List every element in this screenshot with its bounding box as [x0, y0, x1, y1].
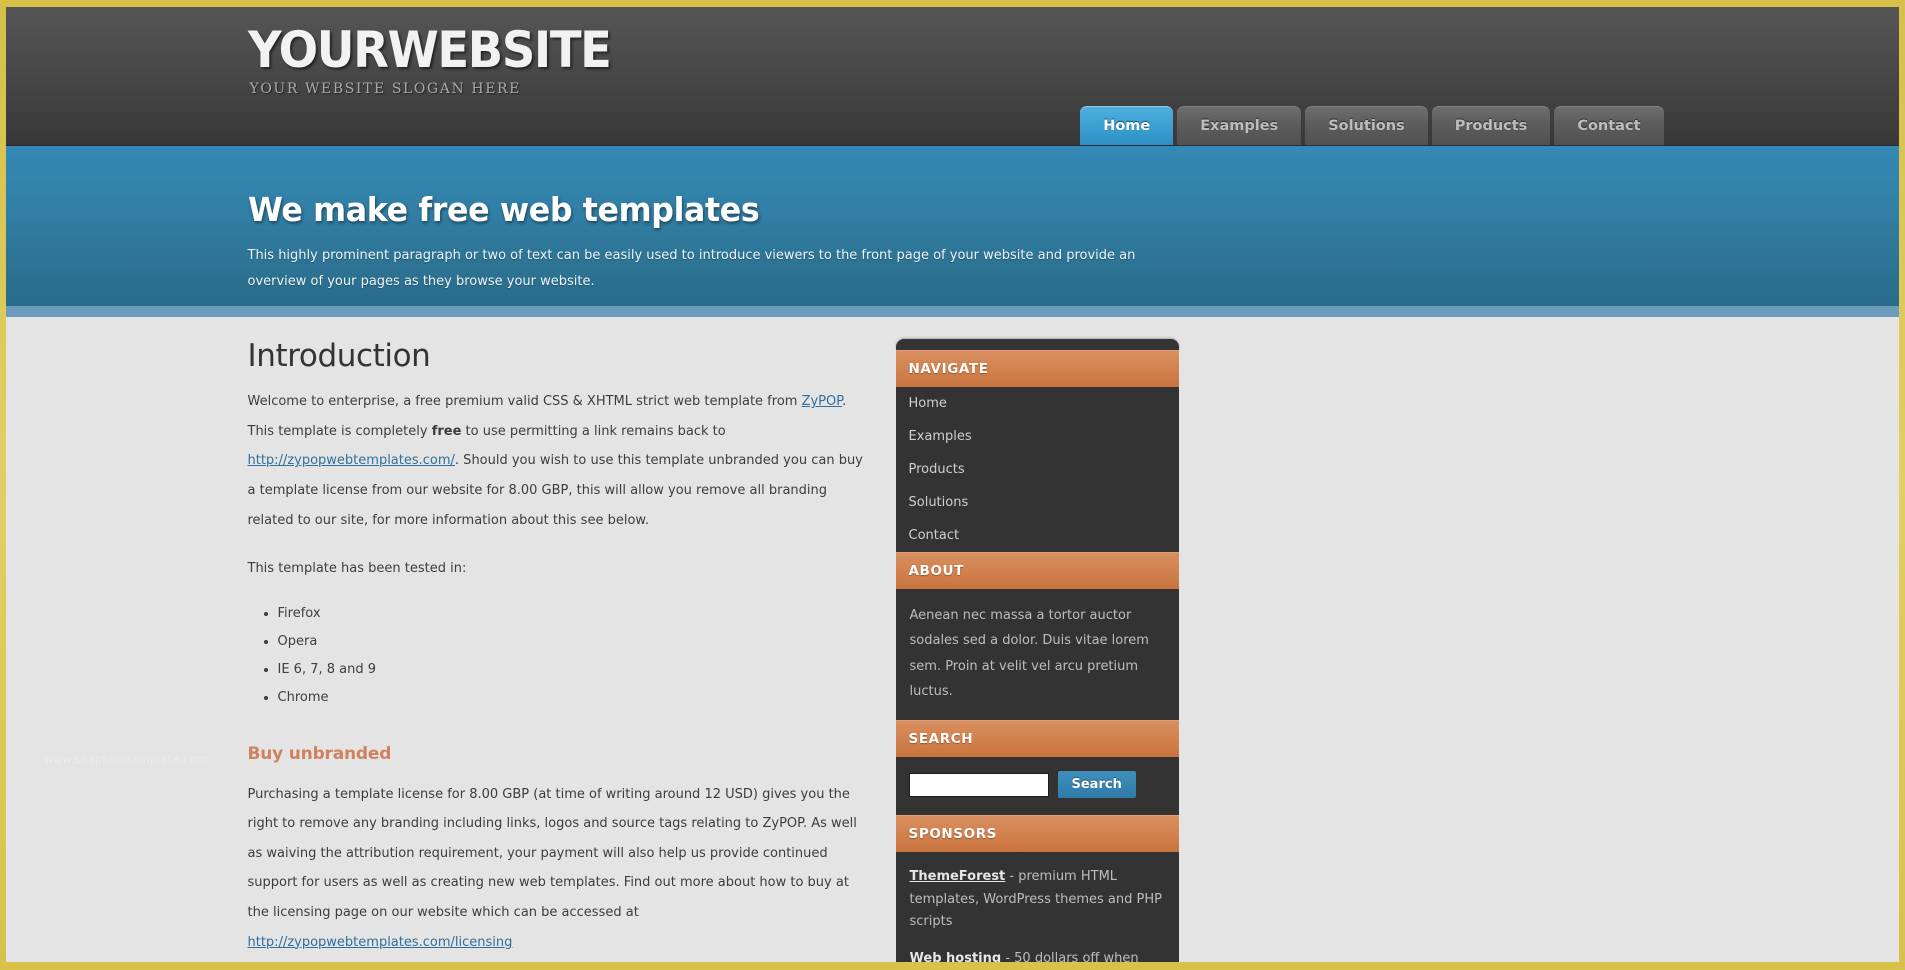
webhosting-link[interactable]: Web hosting	[910, 951, 1002, 962]
sidebar-about-header: ABOUT	[895, 552, 1179, 589]
sidebar-about-body: Aenean nec massa a tortor auctor sodales…	[895, 589, 1179, 721]
sidebar-sponsors-body: ThemeForest - premium HTML templates, Wo…	[895, 852, 1179, 962]
zypop-link[interactable]: ZyPOP	[802, 394, 843, 409]
sidebar-navigate-body: Home Examples Products Solutions Contact	[895, 387, 1179, 552]
list-item: Chrome	[278, 684, 868, 712]
sidebar-about-text: Aenean nec massa a tortor auctor sodales…	[909, 608, 1149, 700]
nav-tab-products[interactable]: Products	[1431, 105, 1551, 145]
banner-bottom-strip	[6, 306, 1899, 317]
hero-banner-inner: We make free web templates This highly p…	[248, 146, 1658, 295]
nav-tab-examples[interactable]: Examples	[1177, 105, 1302, 145]
sidebar-item-examples[interactable]: Examples	[896, 420, 1179, 453]
intro-text-3: to use permitting a link remains back to	[461, 423, 726, 439]
header-inner: YOURWEBSITE YOUR WEBSITE SLOGAN HERE Hom…	[247, 7, 1664, 145]
list-item: IE 6, 7, 8 and 9	[278, 656, 868, 684]
sidebar-item-products[interactable]: Products	[896, 453, 1179, 486]
buy-unbranded-paragraph: Purchasing a template license for 8.00 G…	[248, 780, 868, 958]
sidebar-item-contact[interactable]: Contact	[896, 519, 1179, 552]
page-title: Introduction	[247, 338, 431, 374]
sidebar-search-header: SEARCH	[895, 720, 1179, 758]
sponsor-item: Web hosting - 50 dollars off when you	[910, 948, 1165, 962]
zypop-url-link[interactable]: http://zypopwebtemplates.com/	[248, 453, 455, 468]
sidebar-sponsors-header: SPONSORS	[895, 815, 1179, 853]
nav-tab-contact[interactable]: Contact	[1554, 105, 1664, 145]
page-watermark: www.snapfoliotemplate.com	[44, 753, 208, 766]
tested-label: This template has been tested in:	[247, 561, 467, 577]
content-inner: Introduction Welcome to enterprise, a fr…	[248, 317, 1658, 962]
sidebar-top-cap	[895, 339, 1179, 350]
intro-paragraph: Welcome to enterprise, a free premium va…	[248, 387, 868, 535]
nav-tab-solutions[interactable]: Solutions	[1305, 105, 1428, 145]
sponsor-item: ThemeForest - premium HTML templates, Wo…	[910, 866, 1165, 933]
sidebar-item-solutions[interactable]: Solutions	[896, 486, 1179, 519]
site-slogan: YOUR WEBSITE SLOGAN HERE	[249, 81, 521, 97]
sidebar-item-home[interactable]: Home	[896, 387, 1179, 420]
sidebar-search-body: Search	[895, 757, 1179, 816]
intro-bold-free: free	[431, 423, 462, 439]
hero-heading: We make free web templates	[247, 190, 760, 229]
content-area: Introduction Welcome to enterprise, a fr…	[6, 317, 1899, 962]
search-input[interactable]	[908, 772, 1049, 797]
list-item: Firefox	[278, 600, 868, 628]
site-header: YOURWEBSITE YOUR WEBSITE SLOGAN HERE Hom…	[6, 7, 1899, 146]
main-column: Introduction Welcome to enterprise, a fr…	[248, 339, 868, 962]
hero-banner: We make free web templates This highly p…	[6, 146, 1899, 306]
intro-text-1: Welcome to enterprise, a free premium va…	[247, 394, 802, 410]
search-button[interactable]: Search	[1057, 771, 1136, 799]
hero-paragraph: This highly prominent paragraph or two o…	[247, 248, 1136, 289]
search-row: Search	[896, 757, 1179, 815]
list-item: Opera	[278, 628, 868, 656]
sidebar-navigate-header: NAVIGATE	[895, 350, 1179, 387]
page-gold-frame: YOURWEBSITE YOUR WEBSITE SLOGAN HERE Hom…	[0, 0, 1905, 970]
nav-tab-home[interactable]: Home	[1080, 105, 1174, 145]
sidebar: NAVIGATE Home Examples Products Solution…	[895, 339, 1179, 962]
site-logo: YOURWEBSITE	[247, 21, 612, 79]
buy-unbranded-heading: Buy unbranded	[247, 743, 392, 764]
browser-list: Firefox Opera IE 6, 7, 8 and 9 Chrome	[278, 600, 868, 712]
licensing-link[interactable]: http://zypopwebtemplates.com/licensing	[248, 935, 513, 950]
themeforest-link[interactable]: ThemeForest	[910, 869, 1006, 884]
buy-text: Purchasing a template license for 8.00 G…	[247, 786, 857, 921]
primary-navigation: Home Examples Solutions Products Contact	[1080, 105, 1664, 145]
page-root: YOURWEBSITE YOUR WEBSITE SLOGAN HERE Hom…	[6, 7, 1899, 962]
